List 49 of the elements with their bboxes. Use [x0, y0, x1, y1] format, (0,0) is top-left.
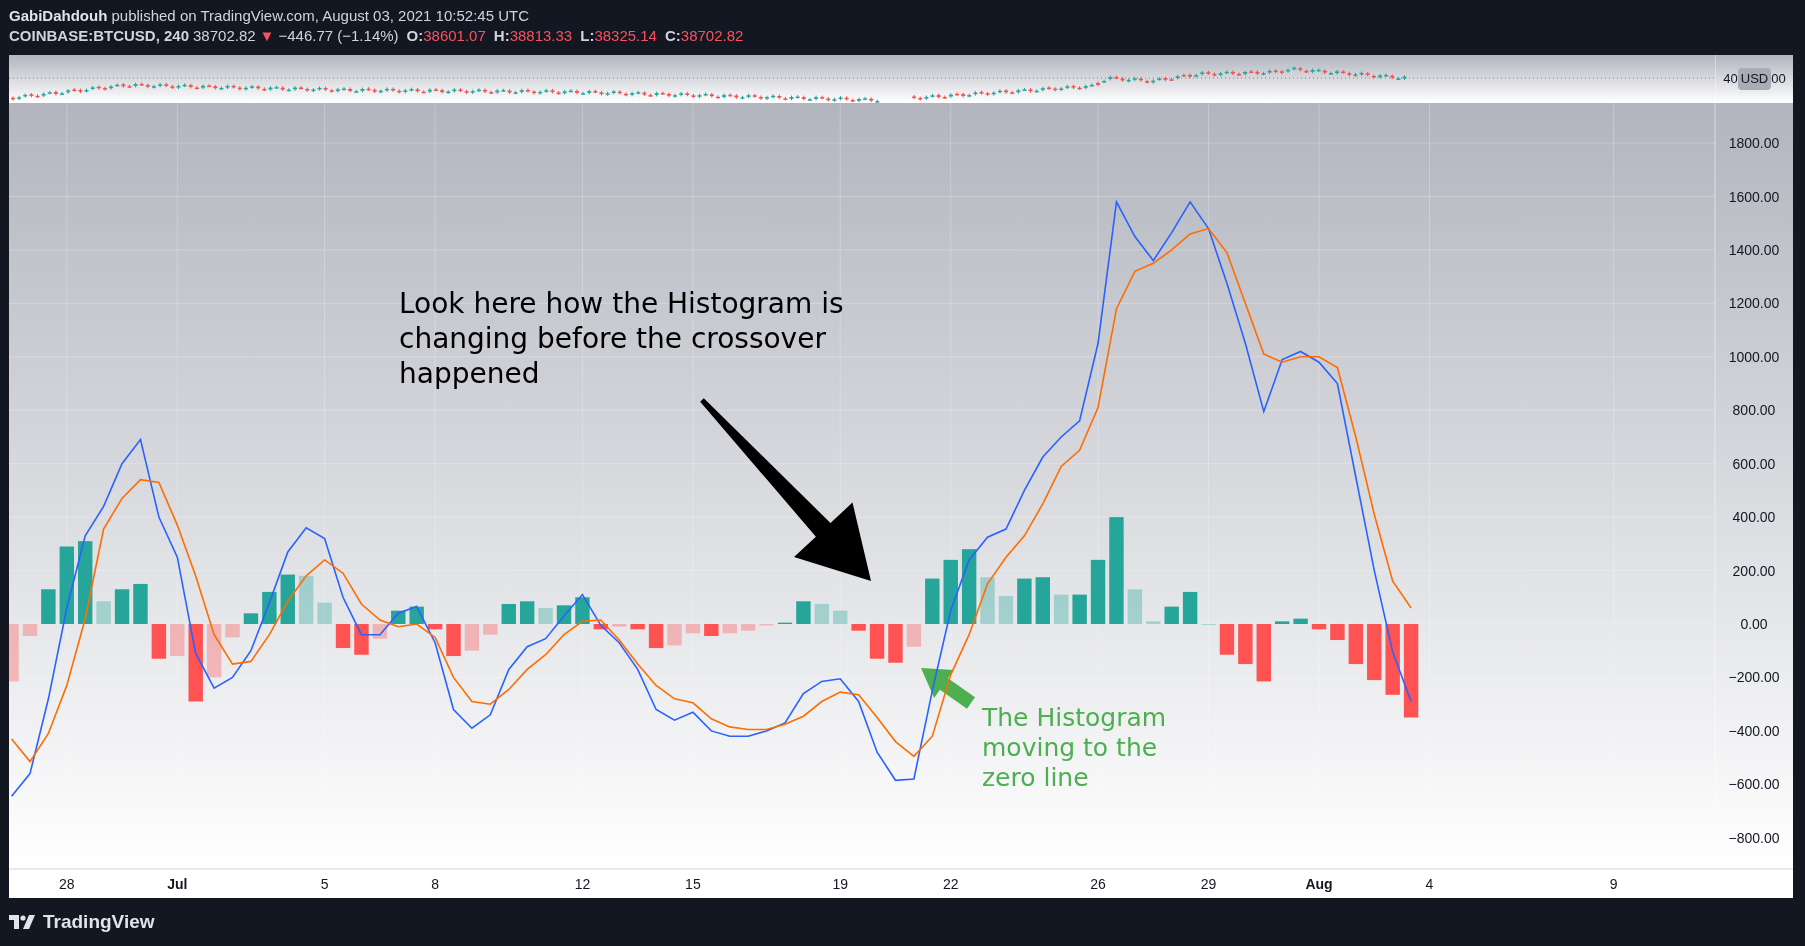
ohlc-label: H: — [493, 26, 510, 46]
axis-label: −600.00 — [1728, 776, 1780, 793]
down-arrow-icon: ▼ — [259, 26, 275, 46]
annotation-text: The Histogram moving to the zero line — [982, 703, 1167, 792]
axis-label: −800.00 — [1728, 829, 1780, 846]
axis-label: −200.00 — [1728, 669, 1780, 686]
price-change: −446.77 (−1.14%) — [278, 26, 399, 46]
arrow-icon — [921, 668, 975, 709]
symbol-label: COINBASE:BTCUSD, 240 — [9, 26, 190, 46]
axis-label: 200.00 — [1732, 562, 1776, 579]
axis-label: 0.00 — [1740, 616, 1768, 632]
ohlc-value: 38601.07 — [423, 26, 486, 46]
axis-label: 800.00 — [1732, 402, 1776, 419]
axis-label: 600.00 — [1732, 455, 1776, 472]
ohlc-label: L: — [580, 26, 595, 46]
ohlc-value: 38813.33 — [509, 26, 573, 46]
ohlc-label: O: — [406, 26, 424, 46]
axis-label: 00 — [1771, 70, 1786, 89]
axis-label: 1600.00 — [1728, 188, 1780, 205]
axis-label: 12 — [574, 876, 591, 892]
ohlc-value: 38325.14 — [594, 26, 657, 46]
axis-label: 26 — [1090, 876, 1106, 892]
logo-icon — [9, 915, 35, 929]
axis-label: 400.00 — [1732, 509, 1776, 526]
axis-label: Aug — [1305, 876, 1333, 892]
axis-label: 8 — [431, 876, 439, 892]
annotation-text: Look here how the Histogram is changing before the crossover happened — [399, 287, 844, 390]
axis-label: 1400.00 — [1728, 241, 1780, 258]
axis-label: 22 — [942, 876, 959, 892]
axis-label: −400.00 — [1728, 722, 1780, 739]
axis-label: 28 — [59, 876, 75, 892]
ohlc-value: 38702.82 — [680, 26, 744, 46]
axis-label: 1200.00 — [1728, 295, 1780, 312]
currency-badge: USD — [1737, 68, 1772, 90]
axis-label: 9 — [1609, 876, 1618, 892]
axis-label: 19 — [832, 876, 848, 892]
axis-label: 15 — [685, 876, 701, 892]
axis-label: 29 — [1200, 876, 1217, 892]
axis-label: 1800.00 — [1728, 135, 1780, 152]
brand-name: TradingView — [43, 909, 155, 934]
byline-text: GabiDahdouh published on TradingView.com, August 03, 2021 10:52:45 UTC — [9, 7, 529, 24]
ohlc-label: C: — [664, 26, 681, 46]
arrow-icon — [700, 398, 871, 581]
axis-label: 40 — [1723, 70, 1738, 89]
axis-label: Jul — [167, 876, 188, 892]
axis-label: 4 — [1425, 876, 1434, 892]
price-value: 38702.82 — [193, 26, 256, 46]
axis-label: 5 — [320, 876, 329, 892]
axis-label: 1000.00 — [1728, 348, 1780, 365]
